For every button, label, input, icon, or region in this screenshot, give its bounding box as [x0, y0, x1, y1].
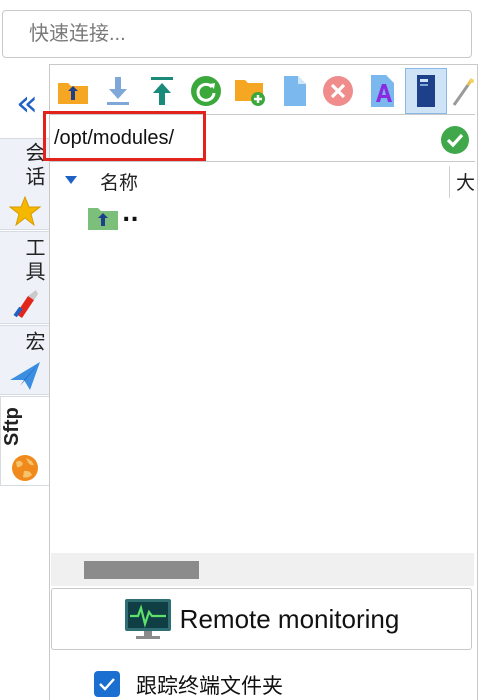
tab-sftp[interactable]: Sftp [0, 396, 50, 486]
tab-macros-label: 宏 [22, 331, 46, 355]
remote-monitoring-label: Remote monitoring [179, 603, 400, 634]
parent-folder-icon [88, 208, 118, 230]
new-file-button[interactable] [277, 68, 311, 114]
table-row[interactable]: .. [86, 200, 139, 234]
tools-icon [13, 290, 38, 318]
magic-wand-button[interactable] [450, 68, 476, 114]
upload-icon [151, 77, 173, 105]
sort-descending-icon[interactable] [64, 175, 78, 185]
tab-sftp-label: Sftp [1, 407, 23, 447]
column-header-name[interactable]: 名称 [100, 168, 138, 196]
tab-macros[interactable]: 宏 [0, 325, 49, 395]
rename-button[interactable] [365, 68, 399, 114]
new-file-icon [284, 76, 306, 106]
download-icon [107, 77, 129, 105]
tab-tools-label: 工具 [22, 237, 46, 285]
refresh-icon [191, 76, 221, 106]
remote-monitoring-button[interactable]: Remote monitoring [51, 588, 472, 650]
confirm-path-icon[interactable] [440, 125, 470, 155]
column-divider[interactable] [449, 166, 450, 198]
magic-wand-icon [452, 78, 474, 106]
paper-plane-icon [10, 362, 40, 390]
monitor-icon [124, 599, 171, 639]
globe-icon [12, 455, 38, 481]
new-folder-button[interactable] [233, 68, 267, 114]
parent-folder-button[interactable] [56, 68, 90, 114]
refresh-button[interactable] [189, 68, 223, 114]
upload-button[interactable] [145, 68, 179, 114]
collapse-sidebar-icon[interactable]: « [6, 86, 42, 124]
tab-sessions[interactable]: 会话 [0, 138, 49, 230]
delete-icon [323, 76, 353, 106]
checkmark-icon [99, 678, 115, 691]
text-editor-button[interactable] [405, 68, 447, 114]
parent-folder-icon [58, 83, 88, 104]
row-name: .. [122, 201, 139, 227]
quick-connect-input[interactable] [2, 10, 472, 58]
track-terminal-checkbox[interactable] [94, 671, 120, 697]
new-folder-icon [235, 80, 265, 106]
horizontal-scrollbar-thumb[interactable] [84, 561, 199, 579]
delete-button[interactable] [321, 68, 355, 114]
path-highlight-annotation [43, 111, 206, 161]
star-icon [9, 196, 41, 226]
download-button[interactable] [101, 68, 135, 114]
text-editor-icon [417, 75, 435, 107]
rename-icon [371, 75, 394, 107]
track-terminal-label: 跟踪终端文件夹 [136, 674, 283, 698]
tab-sessions-label: 会话 [22, 142, 46, 190]
tab-tools[interactable]: 工具 [0, 231, 49, 324]
column-header-size[interactable]: 大 [456, 168, 475, 196]
